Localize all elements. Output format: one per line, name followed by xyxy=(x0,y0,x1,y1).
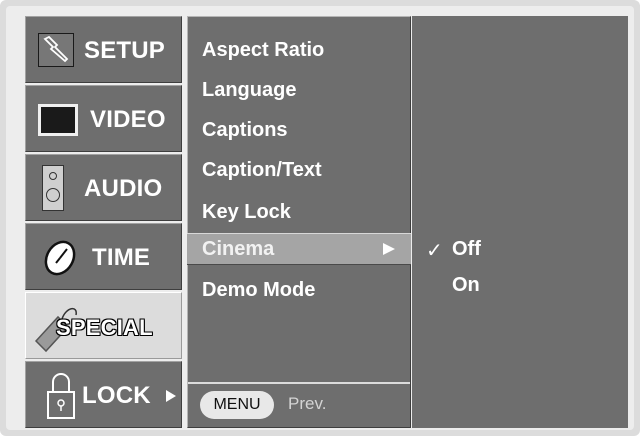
category-label: VIDEO xyxy=(90,106,166,133)
special-menu: Aspect Ratio Language Captions Caption/T… xyxy=(187,16,411,428)
category-time[interactable]: TIME xyxy=(25,223,182,290)
speaker-icon xyxy=(42,165,64,211)
category-setup[interactable]: SETUP xyxy=(25,16,182,83)
category-video[interactable]: VIDEO xyxy=(25,85,182,152)
menu-item-aspect-ratio[interactable]: Aspect Ratio xyxy=(202,39,324,62)
category-label: SETUP xyxy=(84,37,166,64)
menu-item-cinema[interactable]: Cinema xyxy=(187,233,411,265)
checkmark-icon: ✓ xyxy=(426,238,443,262)
screen-icon xyxy=(38,104,78,136)
category-label: SPECIAL xyxy=(56,315,153,340)
menu-item-captions[interactable]: Captions xyxy=(202,119,288,142)
category-lock[interactable]: LOCK xyxy=(25,361,182,428)
cinema-submenu: ✓ Off On xyxy=(412,16,628,428)
category-label: TIME xyxy=(92,244,151,271)
padlock-icon xyxy=(46,370,76,422)
category-audio[interactable]: AUDIO xyxy=(25,154,182,221)
menu-item-caption-text[interactable]: Caption/Text xyxy=(202,159,322,182)
submenu-arrow-icon xyxy=(383,243,395,255)
chevron-right-icon xyxy=(166,390,176,402)
menu-footer-divider xyxy=(188,382,410,384)
menu-item-language[interactable]: Language xyxy=(202,79,296,102)
category-label: AUDIO xyxy=(84,175,163,202)
wrench-icon xyxy=(38,33,74,67)
menu-item-label: Cinema xyxy=(202,238,275,260)
category-column: SETUP VIDEO AUDIO TIME SPECIAL LOCK xyxy=(25,16,182,428)
category-label: LOCK xyxy=(82,382,151,409)
option-off[interactable]: Off xyxy=(452,238,481,261)
menu-button[interactable]: MENU xyxy=(200,391,274,419)
clock-icon xyxy=(40,238,80,278)
prev-label: Prev. xyxy=(288,394,327,413)
category-special[interactable]: SPECIAL xyxy=(25,292,182,359)
option-on[interactable]: On xyxy=(452,274,480,297)
menu-item-key-lock[interactable]: Key Lock xyxy=(202,201,291,224)
menu-item-demo-mode[interactable]: Demo Mode xyxy=(202,279,315,302)
